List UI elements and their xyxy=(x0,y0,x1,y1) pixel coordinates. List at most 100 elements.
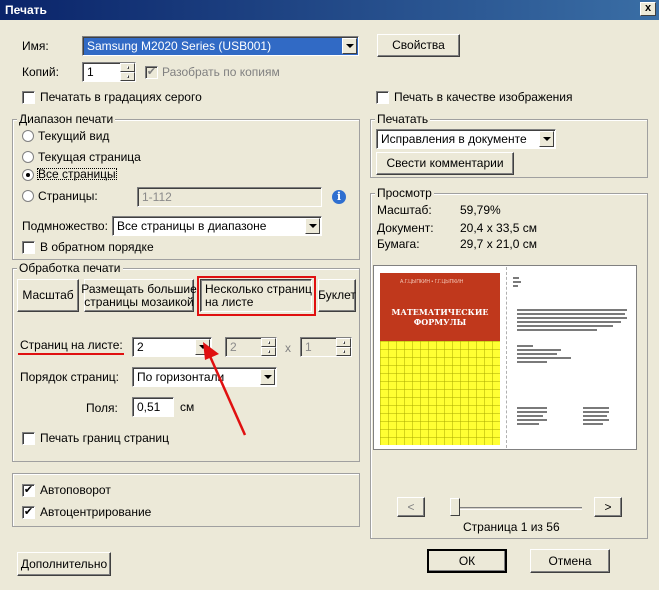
all-pages-radio[interactable] xyxy=(22,169,34,181)
document-size-value: 20,4 x 33,5 см xyxy=(460,221,537,235)
print-what-select[interactable]: Исправления в документе xyxy=(376,129,556,149)
prev-page-button[interactable]: < xyxy=(397,497,425,517)
preview-left-page: А.Г.ЦЫПКИН • Г.Г.ЦЫПКИН МАТЕМАТИЧЕСКИЕ Ф… xyxy=(375,267,505,448)
print-dialog: Печать x Имя: Samsung M2020 Series (USB0… xyxy=(0,0,659,590)
current-view-radio[interactable] xyxy=(22,130,34,142)
autorotate-checkbox[interactable]: ✔ xyxy=(22,484,35,497)
current-page-radio[interactable] xyxy=(22,151,34,163)
pages-per-sheet-value: 2 xyxy=(137,340,144,354)
book-authors: А.Г.ЦЫПКИН • Г.Г.ЦЫПКИН xyxy=(380,273,500,291)
copies-value: 1 xyxy=(87,65,94,79)
chevron-down-icon xyxy=(345,44,354,48)
tab-booklet-label: Буклет xyxy=(318,288,356,302)
current-page-label: Текущая страница xyxy=(38,150,141,164)
pages-placeholder: 1-112 xyxy=(142,190,172,204)
page-status: Страница 1 из 56 xyxy=(463,520,560,534)
spin-down-button[interactable] xyxy=(261,347,276,356)
page-slider-thumb[interactable] xyxy=(450,498,460,516)
print-borders-label: Печать границ страниц xyxy=(40,431,169,445)
subset-label: Подмножество: xyxy=(22,219,108,233)
chevron-down-icon xyxy=(263,375,272,379)
book-title-line1: МАТЕМАТИЧЕСКИЕ xyxy=(391,307,489,317)
tab-tile-label-line2: страницы мозаикой xyxy=(84,294,194,309)
spin-down-button[interactable] xyxy=(336,347,351,356)
arrow-up-icon xyxy=(342,340,345,345)
chevron-down-icon xyxy=(308,224,317,228)
grayscale-checkbox[interactable] xyxy=(22,91,35,104)
current-view-label: Текущий вид xyxy=(38,129,110,143)
scale-label: Масштаб: xyxy=(377,203,432,217)
subset-select-arrow[interactable] xyxy=(305,218,320,234)
margins-input[interactable]: 0,51 xyxy=(132,397,174,417)
columns-spinner[interactable] xyxy=(261,338,276,356)
handling-group-title: Обработка печати xyxy=(17,261,123,275)
next-page-button[interactable]: > xyxy=(594,497,622,517)
arrow-down-icon xyxy=(267,349,270,354)
print-what-value: Исправления в документе xyxy=(381,132,527,146)
info-icon[interactable]: i xyxy=(332,190,346,204)
spin-up-button[interactable] xyxy=(261,338,276,347)
ok-button[interactable]: ОК xyxy=(427,549,507,573)
copies-spinner[interactable] xyxy=(120,63,135,81)
arrow-up-icon xyxy=(126,65,129,70)
chevron-down-icon xyxy=(542,137,551,141)
pages-radio[interactable] xyxy=(22,190,34,202)
grayscale-label: Печатать в градациях серого xyxy=(40,90,202,104)
cancel-button[interactable]: Отмена xyxy=(530,549,610,573)
print-what-group-title: Печатать xyxy=(375,112,431,126)
page-slider-track[interactable] xyxy=(450,507,582,510)
close-button[interactable]: x xyxy=(640,2,656,16)
printer-select[interactable]: Samsung M2020 Series (USB001) xyxy=(82,36,359,56)
book-cover-title: МАТЕМАТИЧЕСКИЕ ФОРМУЛЫ xyxy=(380,291,500,341)
all-pages-label: Все страницы xyxy=(36,167,117,181)
spin-up-button[interactable] xyxy=(336,338,351,347)
rows-spinner[interactable] xyxy=(336,338,351,356)
tab-scale-label: Масштаб xyxy=(22,288,74,302)
pages-input[interactable]: 1-112 xyxy=(137,187,322,207)
arrow-up-icon xyxy=(267,340,270,345)
advanced-button[interactable]: Дополнительно xyxy=(17,552,111,576)
annotation-highlight-box xyxy=(197,276,316,316)
dialog-title: Печать xyxy=(5,3,47,17)
copies-label: Копий: xyxy=(22,65,59,79)
preview-right-page xyxy=(506,267,636,448)
page-order-label: Порядок страниц: xyxy=(20,370,119,384)
tab-tile-button[interactable]: Размещать большие страницы мозаикой xyxy=(81,279,197,312)
pages-label: Страницы: xyxy=(38,189,98,203)
printer-select-value: Samsung M2020 Series (USB001) xyxy=(87,39,272,53)
reverse-order-label: В обратном порядке xyxy=(40,240,154,254)
times-separator: x xyxy=(285,341,291,355)
print-borders-checkbox[interactable] xyxy=(22,432,35,445)
paper-size-value: 29,7 x 21,0 см xyxy=(460,237,537,251)
margins-label: Поля: xyxy=(86,401,118,415)
annotation-underline xyxy=(18,353,124,355)
subset-value: Все страницы в диапазоне xyxy=(117,219,267,233)
margins-unit: см xyxy=(180,400,195,414)
collate-checkbox[interactable]: ✔ xyxy=(145,66,158,79)
annotation-arrow-icon xyxy=(203,342,247,436)
autorotate-label: Автоповорот xyxy=(40,483,111,497)
properties-button[interactable]: Свойства xyxy=(377,34,460,57)
title-bar: Печать x xyxy=(0,0,659,20)
page-order-arrow[interactable] xyxy=(260,369,275,385)
tab-booklet-button[interactable]: Буклет xyxy=(318,279,356,312)
rows-value: 1 xyxy=(305,340,312,354)
paper-size-label: Бумага: xyxy=(377,237,420,251)
pages-per-sheet-label: Страниц на листе: xyxy=(20,338,123,352)
preview-group-title: Просмотр xyxy=(375,186,434,200)
print-what-select-arrow[interactable] xyxy=(539,131,554,147)
book-title-line2: ФОРМУЛЫ xyxy=(413,317,467,327)
page-preview: А.Г.ЦЫПКИН • Г.Г.ЦЫПКИН МАТЕМАТИЧЕСКИЕ Ф… xyxy=(373,265,637,450)
preview-right-page-text xyxy=(513,277,627,425)
printer-name-label: Имя: xyxy=(22,39,49,53)
autocenter-checkbox[interactable]: ✔ xyxy=(22,506,35,519)
summarize-comments-button[interactable]: Свести комментарии xyxy=(376,152,514,175)
arrow-down-icon xyxy=(126,74,129,79)
print-as-image-checkbox[interactable] xyxy=(376,91,389,104)
spin-down-button[interactable] xyxy=(120,72,135,81)
printer-select-arrow[interactable] xyxy=(342,38,357,54)
tab-scale-button[interactable]: Масштаб xyxy=(17,279,79,312)
subset-select[interactable]: Все страницы в диапазоне xyxy=(112,216,322,236)
reverse-order-checkbox[interactable] xyxy=(22,241,35,254)
spin-up-button[interactable] xyxy=(120,63,135,72)
